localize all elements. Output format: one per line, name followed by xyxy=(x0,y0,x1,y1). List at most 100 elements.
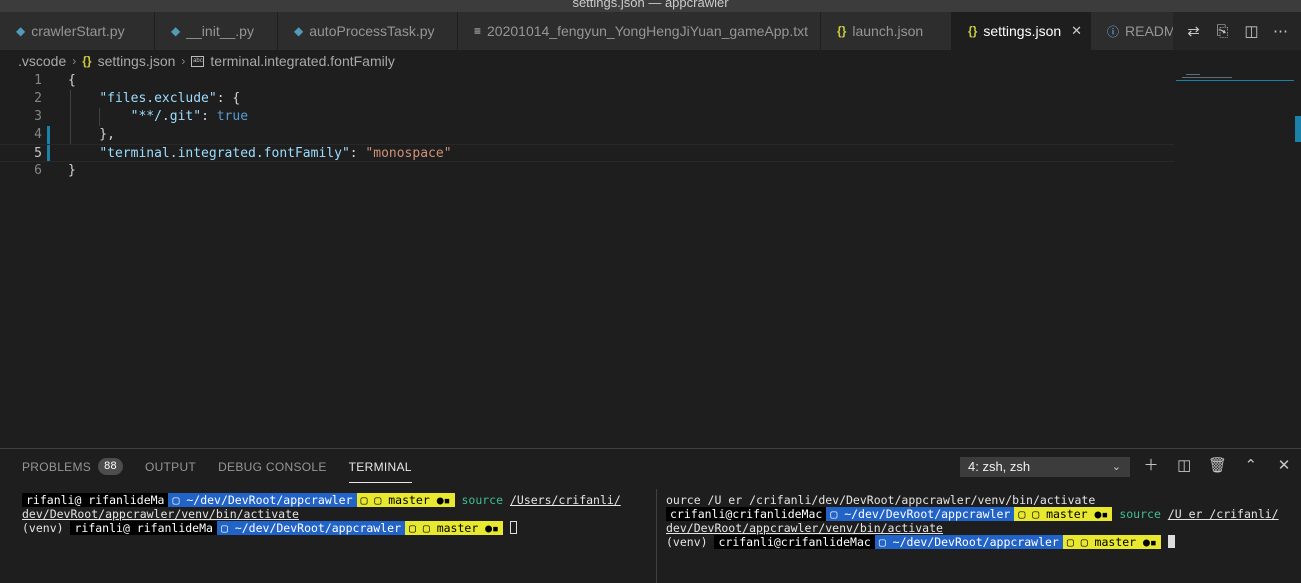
json-icon: {} xyxy=(82,54,92,68)
code-token: "files.exclude" xyxy=(99,91,217,106)
prompt-user: rifanli@ rifanlideMa xyxy=(70,521,217,535)
prompt-git: ▢ ▢ master ●▪ xyxy=(356,493,455,507)
code-text: "files.exclude": { xyxy=(68,90,240,108)
tab-settings-json[interactable]: {} settings.json ✕ xyxy=(952,12,1091,50)
terminal-cursor xyxy=(1167,535,1175,548)
split-terminal-icon[interactable]: ◫ xyxy=(1173,455,1195,477)
command-path: /Users/crifanli/ xyxy=(509,493,621,507)
terminal-select[interactable]: 4: zsh, zsh ⌄ xyxy=(960,457,1130,477)
prompt-user: rifanli@ rifanlideMa xyxy=(22,493,169,507)
code-line[interactable]: 4 }, xyxy=(0,126,1174,144)
terminal-line: ource /U er /crifanli/dev/DevRoot/appcra… xyxy=(666,493,1096,507)
terminal-line: (venv) rifanli@ rifanlideMa ▢ ~/dev/DevRo… xyxy=(22,521,652,535)
prompt-dir: ▢ ~/dev/DevRoot/appcrawler xyxy=(874,535,1063,549)
terminal-line: rifanli@ rifanlideMa ▢ ~/dev/DevRoot/appc… xyxy=(22,493,652,507)
tab-terminal[interactable]: TERMINAL xyxy=(348,457,412,483)
tab-init[interactable]: ◆ __init__.py xyxy=(155,12,278,50)
chevron-down-icon: ⌄ xyxy=(1111,461,1121,473)
plus-icon[interactable]: ＋ xyxy=(1140,455,1162,477)
tab-label: autoProcessTask.py xyxy=(309,23,435,39)
panel-actions: ＋ ◫ 🗑 ⌃ ✕ xyxy=(1140,455,1295,477)
line-number: 1 xyxy=(34,73,42,88)
command-text: source xyxy=(1119,507,1161,521)
prompt-git: ▢ ▢ master ●▪ xyxy=(1062,535,1161,549)
split-editor-icon[interactable]: ◫ xyxy=(1241,22,1263,40)
tab-problems[interactable]: PROBLEMS 88 xyxy=(22,457,123,483)
code-token: true xyxy=(216,109,249,124)
terminal-divider[interactable] xyxy=(656,489,657,583)
tab-launch-json[interactable]: {} launch.json xyxy=(821,12,952,50)
json-icon: {} xyxy=(837,24,847,38)
minimap-line xyxy=(1176,80,1294,81)
command-path: /U er /crifanli/ xyxy=(1167,507,1279,521)
prompt-user: crifanli@crifanlideMac xyxy=(714,535,875,549)
close-icon[interactable]: ✕ xyxy=(1071,23,1082,39)
code-line[interactable]: 1{ xyxy=(0,72,1174,90)
prompt-git-text: master xyxy=(1094,535,1137,549)
tab-debug-console[interactable]: DEBUG CONSOLE xyxy=(218,457,327,483)
prompt-dir-text: ~/dev/DevRoot/appcrawler xyxy=(234,521,401,535)
line-number: 4 xyxy=(34,127,42,142)
tab-debug-console-label: DEBUG CONSOLE xyxy=(218,460,327,474)
source-control-compare-icon[interactable]: ⇄ xyxy=(1183,22,1205,40)
bottom-panel: PROBLEMS 88 OUTPUT DEBUG CONSOLE TERMINA… xyxy=(0,448,1301,583)
prompt-user: crifanli@crifanlideMac xyxy=(666,507,827,521)
code-editor[interactable]: 1{2 "files.exclude": {3 "**/.git": true 4… xyxy=(0,72,1301,448)
command-text: source xyxy=(461,493,504,507)
tab-gameapp-txt[interactable]: ≡ 20201014_fengyun_YongHengJiYuan_gameAp… xyxy=(458,12,821,50)
more-actions-icon[interactable]: ⋯ xyxy=(1270,22,1292,40)
tab-label: settings.json xyxy=(983,23,1062,39)
prompt-git: ▢ ▢ master ●▪ xyxy=(1014,507,1113,521)
breadcrumb-folder[interactable]: .vscode xyxy=(18,53,66,69)
tab-autoprocesstask[interactable]: ◆ autoProcessTask.py xyxy=(278,12,458,50)
code-token: "terminal.integrated.fontFamily" xyxy=(99,146,350,161)
breadcrumb-symbol[interactable]: terminal.integrated.fontFamily xyxy=(210,53,394,69)
tab-output-label: OUTPUT xyxy=(144,460,197,474)
tab-label: 20201014_fengyun_YongHengJiYuan_gameApp.… xyxy=(487,23,808,39)
code-token: "**/.git" xyxy=(130,109,202,124)
python-icon: ◆ xyxy=(16,24,26,38)
terminal-line: crifanli@crifanlideMac ▢ ~/dev/DevRoot/ap… xyxy=(666,507,1296,521)
line-number: 2 xyxy=(34,91,42,106)
code-text: }, xyxy=(68,126,115,144)
close-icon[interactable]: ✕ xyxy=(1273,455,1295,477)
python-icon: ◆ xyxy=(294,24,304,38)
minimap-line xyxy=(1186,74,1200,75)
json-icon: {} xyxy=(968,24,978,38)
tab-crawlerstart[interactable]: ◆ crawlerStart.py xyxy=(0,12,155,50)
prompt-dir: ▢ ~/dev/DevRoot/appcrawler xyxy=(826,507,1015,521)
code-line[interactable]: 5 "terminal.integrated.fontFamily": "mon… xyxy=(0,144,1174,162)
minimap-line xyxy=(1182,77,1232,78)
line-number: 3 xyxy=(34,109,42,124)
prompt-git-text: master xyxy=(388,493,430,507)
chevron-right-icon: › xyxy=(72,54,77,68)
code-line[interactable]: 2 "files.exclude": { xyxy=(0,90,1174,108)
code-token: : { xyxy=(216,91,241,106)
tab-problems-label: PROBLEMS xyxy=(22,460,92,474)
open-settings-ui-icon[interactable]: ⎘ xyxy=(1212,23,1234,40)
trash-icon[interactable]: 🗑 xyxy=(1207,455,1229,477)
minimap[interactable] xyxy=(1176,72,1294,448)
code-line[interactable]: 3 "**/.git": true xyxy=(0,108,1174,126)
chevron-right-icon: › xyxy=(181,54,186,68)
terminal-select-value: 4: zsh, zsh xyxy=(968,459,1031,474)
text-file-icon: ≡ xyxy=(474,24,482,38)
prompt-dir: ▢ ~/dev/DevRoot/appcrawler xyxy=(168,493,357,507)
editor-tab-bar: ◆ crawlerStart.py ◆ __init__.py ◆ autoPr… xyxy=(0,12,1301,50)
overview-ruler-marker xyxy=(1295,116,1301,142)
prompt-git-text: master xyxy=(436,521,479,535)
code-token: "monospace" xyxy=(365,146,452,161)
terminal-pane-right[interactable]: ource /U er /crifanli/dev/DevRoot/appcra… xyxy=(666,493,1296,583)
terminal-line: (venv) crifanli@crifanlideMac ▢ ~/dev/Dev… xyxy=(666,535,1296,549)
tab-output[interactable]: OUTPUT xyxy=(145,457,196,483)
chevron-up-icon[interactable]: ⌃ xyxy=(1240,455,1262,477)
code-line[interactable]: 6} xyxy=(0,162,1174,180)
problems-count-badge: 88 xyxy=(98,458,123,475)
terminal-pane-left[interactable]: rifanli@ rifanlideMa ▢ ~/dev/DevRoot/appc… xyxy=(22,493,652,583)
prompt-git-text: master xyxy=(1046,507,1088,521)
breadcrumb-file[interactable]: settings.json xyxy=(98,53,176,69)
code-text: "**/.git": true xyxy=(68,108,248,126)
code-token: { xyxy=(68,73,76,88)
